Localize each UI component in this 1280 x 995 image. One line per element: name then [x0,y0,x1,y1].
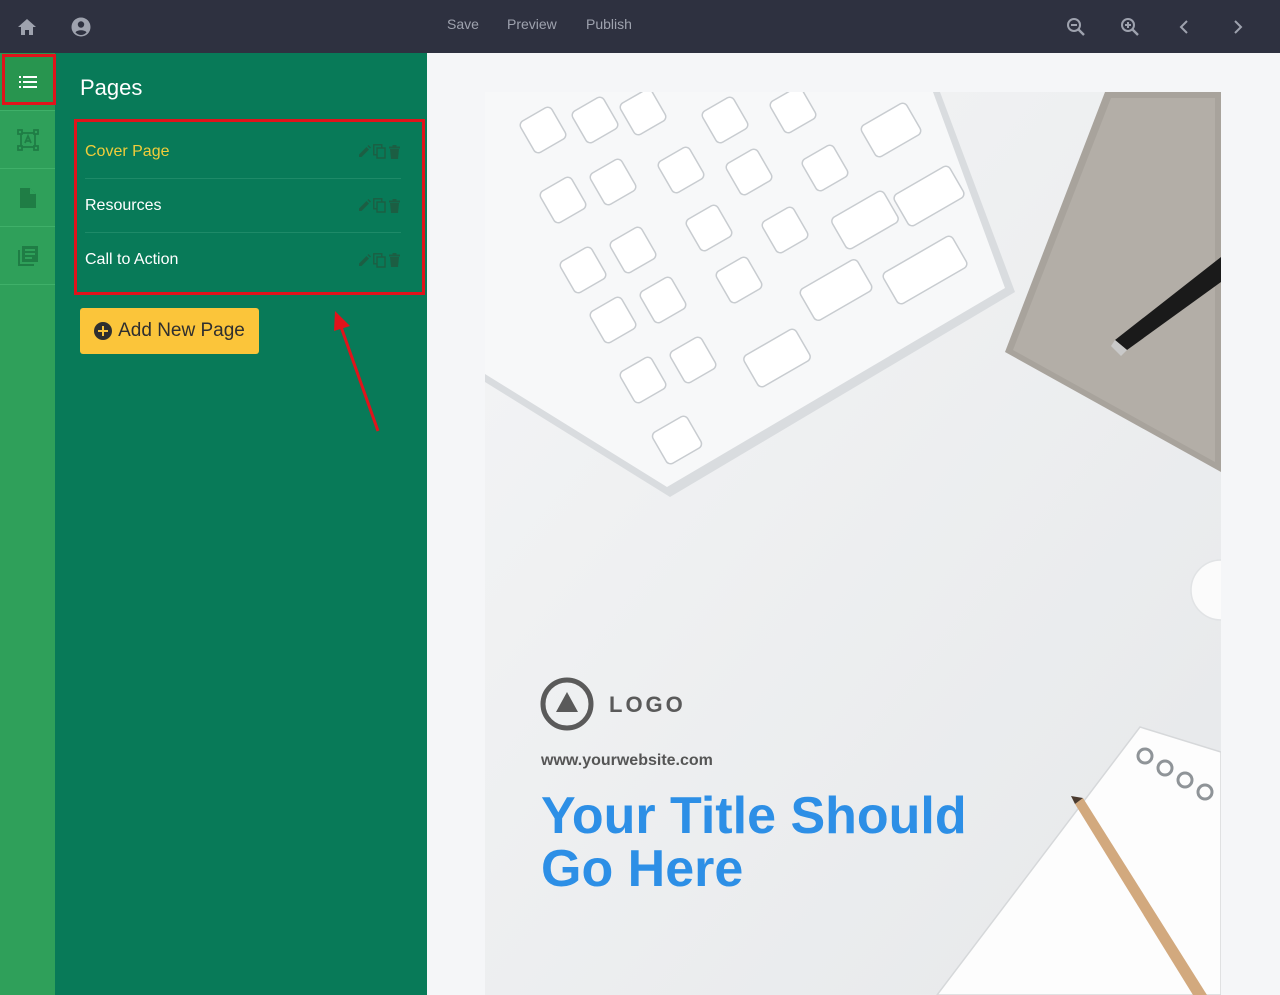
list-icon [18,75,37,88]
text-frame-icon [16,128,39,151]
rail-document[interactable] [0,169,55,227]
trash-icon[interactable] [388,198,401,214]
home-icon[interactable] [13,13,41,41]
page-item-resources[interactable]: Resources [85,179,401,233]
duplicate-icon[interactable] [373,252,386,268]
add-new-page-label: Add New Page [118,320,245,341]
panel-title: Pages [80,75,143,100]
plus-circle-icon [94,322,113,340]
duplicate-icon[interactable] [373,144,386,160]
logo-text[interactable]: LOGO [609,692,686,718]
duplicate-icon[interactable] [373,198,386,214]
rail-pages[interactable] [0,53,55,111]
save-link[interactable]: Save [447,16,479,32]
page-item-call-to-action[interactable]: Call to Action [85,233,401,287]
chevron-right-icon[interactable] [1224,13,1252,41]
top-toolbar: Save Preview Publish [0,0,1280,53]
trash-icon[interactable] [388,144,401,160]
account-icon[interactable] [67,13,95,41]
zoom-in-icon[interactable] [1116,13,1144,41]
document-icon [19,187,36,208]
page-item-label: Resources [85,196,162,214]
page-item-label: Cover Page [85,142,170,160]
edit-icon[interactable] [358,144,371,160]
edit-icon[interactable] [358,198,371,214]
add-new-page-button[interactable]: Add New Page [80,308,259,354]
library-icon [17,245,38,266]
tool-rail [0,53,55,995]
trash-icon[interactable] [388,252,401,268]
rail-library[interactable] [0,227,55,285]
page-item-label: Call to Action [85,251,179,268]
edit-icon[interactable] [358,252,371,268]
annotation-arrow [334,311,380,432]
rail-layout[interactable] [0,111,55,169]
website-text[interactable]: www.yourwebsite.com [541,752,713,770]
chevron-left-icon[interactable] [1170,13,1198,41]
canvas-page[interactable]: LOGO www.yourwebsite.com Your Title Shou… [485,92,1221,995]
publish-link[interactable]: Publish [586,16,632,32]
zoom-out-icon[interactable] [1062,13,1090,41]
page-item-cover[interactable]: Cover Page [85,125,401,179]
preview-link[interactable]: Preview [507,16,557,32]
page-title-text[interactable]: Your Title Should Go Here [541,790,1011,896]
